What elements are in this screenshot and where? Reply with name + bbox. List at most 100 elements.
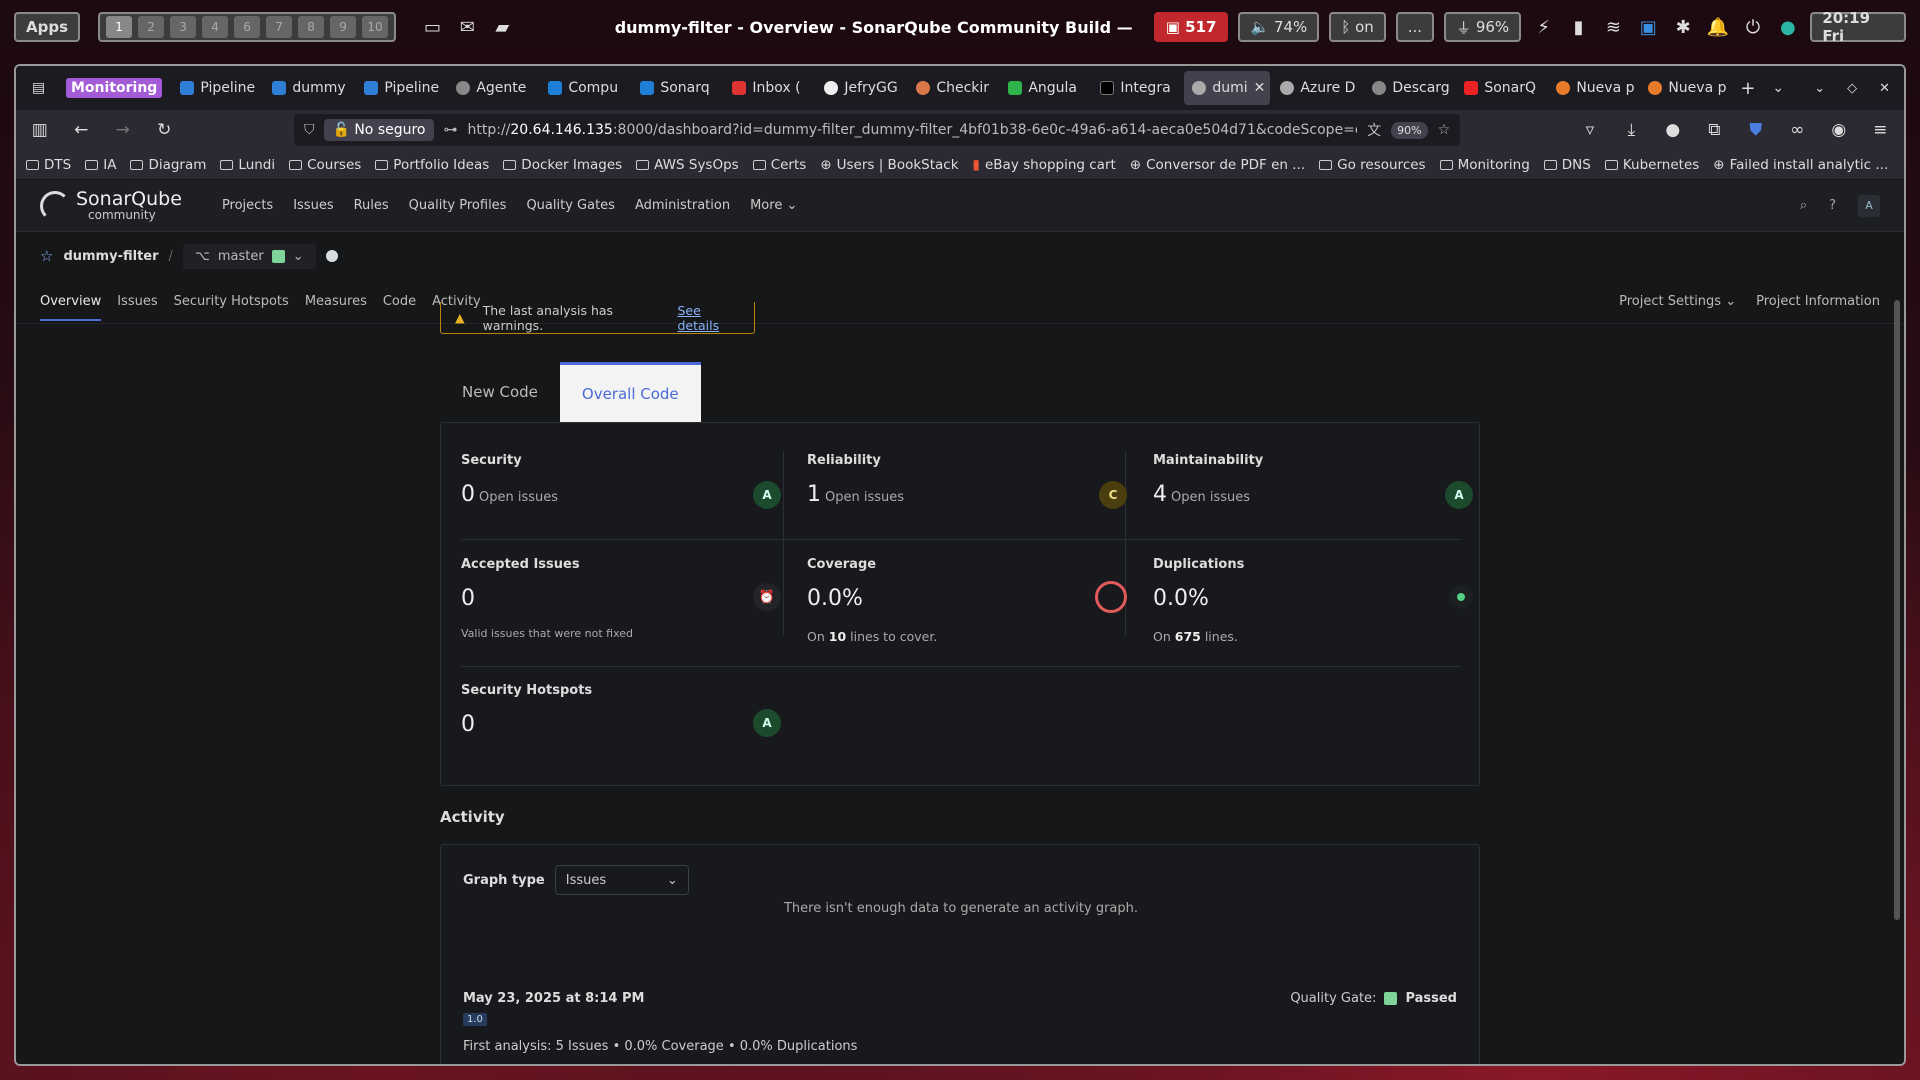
workspace-7[interactable]: 7 <box>266 16 293 38</box>
metric-security[interactable]: Security 0 Open issues A <box>461 453 781 509</box>
glasses-icon[interactable]: ∞ <box>1786 120 1809 140</box>
new-tab-plus-icon[interactable]: + <box>1732 71 1762 105</box>
metric-value[interactable]: 4 <box>1153 482 1167 507</box>
tab-agente[interactable]: Agente <box>448 71 538 105</box>
account-icon[interactable]: ● <box>1661 120 1684 140</box>
download-icon[interactable]: ⤓ <box>1620 120 1643 140</box>
metric-duplications[interactable]: Duplications 0.0% On 675 lines. <box>1153 557 1473 644</box>
nav-administration[interactable]: Administration <box>635 198 730 213</box>
workspace-2[interactable]: 2 <box>138 16 165 38</box>
tab-list-chevron-icon[interactable]: ⌄ <box>1764 71 1794 105</box>
user-icon[interactable]: ● <box>1775 14 1800 40</box>
power-icon[interactable]: ⏻ <box>1741 14 1766 40</box>
mail-icon[interactable]: ✉ <box>455 14 480 40</box>
bar-chart-icon[interactable]: ▮ <box>1566 14 1591 40</box>
bluetooth-indicator[interactable]: ᛒ on <box>1329 12 1386 42</box>
pocket-icon[interactable]: ▿ <box>1578 120 1601 140</box>
bookmark-link[interactable]: ▮ eBay shopping cart <box>973 157 1116 173</box>
tab-inbox[interactable]: Inbox ( <box>724 71 814 105</box>
bitwarden-icon[interactable]: ⛊ <box>1744 120 1767 140</box>
metric-value[interactable]: 0.0% <box>807 586 863 611</box>
tab-group-monitoring[interactable]: Monitoring <box>58 71 170 105</box>
bookmark-folder[interactable]: AWS SysOps <box>636 157 739 173</box>
sidebar-icon[interactable]: ▥ <box>28 120 51 140</box>
forward-icon[interactable]: → <box>111 120 134 140</box>
tab-overall-code[interactable]: Overall Code <box>559 362 701 422</box>
metric-reliability[interactable]: Reliability 1 Open issues C <box>807 453 1127 509</box>
profile-icon[interactable]: ◉ <box>1827 120 1850 140</box>
metric-security-hotspots[interactable]: Security Hotspots 0 A <box>461 683 781 737</box>
bell-icon[interactable]: 🔔 <box>1706 14 1731 40</box>
nav-quality-gates[interactable]: Quality Gates <box>526 198 615 213</box>
not-secure-badge[interactable]: 🔓 No seguro <box>324 119 434 141</box>
nav-quality-profiles[interactable]: Quality Profiles <box>409 198 507 213</box>
translate-icon[interactable]: 文 <box>1367 120 1381 140</box>
workspace-3[interactable]: 3 <box>170 16 197 38</box>
tab-pipeline-2[interactable]: Pipeline <box>356 71 446 105</box>
tab-youtube[interactable]: SonarQ <box>1456 71 1546 105</box>
tab-compu[interactable]: Compu <box>540 71 630 105</box>
workspace-8[interactable]: 8 <box>298 16 325 38</box>
updates-badge[interactable]: ▣ 517 <box>1153 12 1229 42</box>
metric-value[interactable]: 0.0% <box>1153 586 1209 611</box>
outlook-icon[interactable]: ▣ <box>1636 14 1661 40</box>
window-icon[interactable]: ▭ <box>420 14 445 40</box>
bookmark-link[interactable]: ⊕ Conversor de PDF en ... <box>1130 157 1305 173</box>
slack-icon[interactable]: ✱ <box>1671 14 1696 40</box>
metric-value[interactable]: 0 <box>461 586 475 611</box>
shield-icon[interactable]: ⛉ <box>304 122 315 138</box>
menu-icon[interactable]: ≡ <box>1869 120 1892 140</box>
bookmark-folder[interactable]: DTS <box>26 157 71 173</box>
bookmark-folder[interactable]: Monitoring <box>1439 157 1530 173</box>
tab-azure[interactable]: Azure D <box>1272 71 1362 105</box>
avatar[interactable]: A <box>1858 194 1880 217</box>
layers-icon[interactable]: ≋ <box>1601 14 1626 40</box>
extensions-icon[interactable]: ⧉ <box>1703 120 1726 140</box>
sonarqube-logo[interactable]: SonarQube community <box>40 190 182 221</box>
tab-sonarq[interactable]: Sonarq <box>632 71 722 105</box>
help-icon[interactable]: ? <box>1829 198 1836 213</box>
favorite-star-icon[interactable]: ☆ <box>40 247 53 265</box>
workspace-6[interactable]: 6 <box>234 16 261 38</box>
more-tray-button[interactable]: ... <box>1395 12 1435 42</box>
subnav-issues[interactable]: Issues <box>117 294 157 309</box>
bookmark-folder[interactable]: Courses <box>289 157 361 173</box>
project-settings-menu[interactable]: Project Settings ⌄ <box>1619 294 1736 309</box>
reload-icon[interactable]: ↻ <box>152 120 175 140</box>
restore-icon[interactable]: ◇ <box>1847 81 1857 96</box>
tab-nueva-2[interactable]: Nueva p <box>1640 71 1730 105</box>
tab-github[interactable]: JefryGG <box>816 71 906 105</box>
nav-more[interactable]: More ⌄ <box>750 198 797 213</box>
nav-projects[interactable]: Projects <box>222 198 273 213</box>
graph-type-select[interactable]: Issues ⌄ <box>554 865 689 895</box>
bookmark-folder[interactable]: Go resources <box>1319 157 1426 173</box>
bookmark-folder[interactable]: Lundi <box>220 157 275 173</box>
flash-icon[interactable]: ⚡ <box>1531 14 1556 40</box>
tab-checkin[interactable]: Checkir <box>908 71 998 105</box>
tab-current[interactable]: dumi ✕ <box>1184 71 1271 105</box>
tab-new-code[interactable]: New Code <box>440 362 560 422</box>
folder-icon[interactable]: ▰ <box>490 14 515 40</box>
battery-indicator[interactable]: ⏚ 96% <box>1444 12 1522 42</box>
page-scrollbar[interactable] <box>1894 300 1900 920</box>
clock[interactable]: 20:19 Fri <box>1810 9 1906 45</box>
metric-value[interactable]: 1 <box>807 482 821 507</box>
tab-descarga[interactable]: Descarg <box>1364 71 1454 105</box>
search-icon[interactable]: ⌕ <box>1800 198 1807 213</box>
metric-maintainability[interactable]: Maintainability 4 Open issues A <box>1153 453 1473 509</box>
metric-accepted-issues[interactable]: Accepted Issues 0 Valid issues that were… <box>461 557 781 640</box>
subnav-measures[interactable]: Measures <box>305 294 367 309</box>
tab-pipeline[interactable]: Pipeline <box>172 71 262 105</box>
workspace-9[interactable]: 9 <box>330 16 357 38</box>
tab-nueva-1[interactable]: Nueva p <box>1548 71 1638 105</box>
bookmark-folder[interactable]: Kubernetes <box>1604 157 1699 173</box>
nav-rules[interactable]: Rules <box>354 198 389 213</box>
close-tab-icon[interactable]: ✕ <box>1254 80 1266 96</box>
subnav-security-hotspots[interactable]: Security Hotspots <box>174 294 289 309</box>
back-icon[interactable]: ← <box>69 120 92 140</box>
nav-issues[interactable]: Issues <box>293 198 333 213</box>
metric-value[interactable]: 0 <box>461 712 475 737</box>
tab-overview-icon[interactable]: ▤ <box>24 71 56 105</box>
bookmark-link[interactable]: ⊕ Failed install analytic ... <box>1713 157 1888 173</box>
bookmark-folder[interactable]: Diagram <box>130 157 206 173</box>
